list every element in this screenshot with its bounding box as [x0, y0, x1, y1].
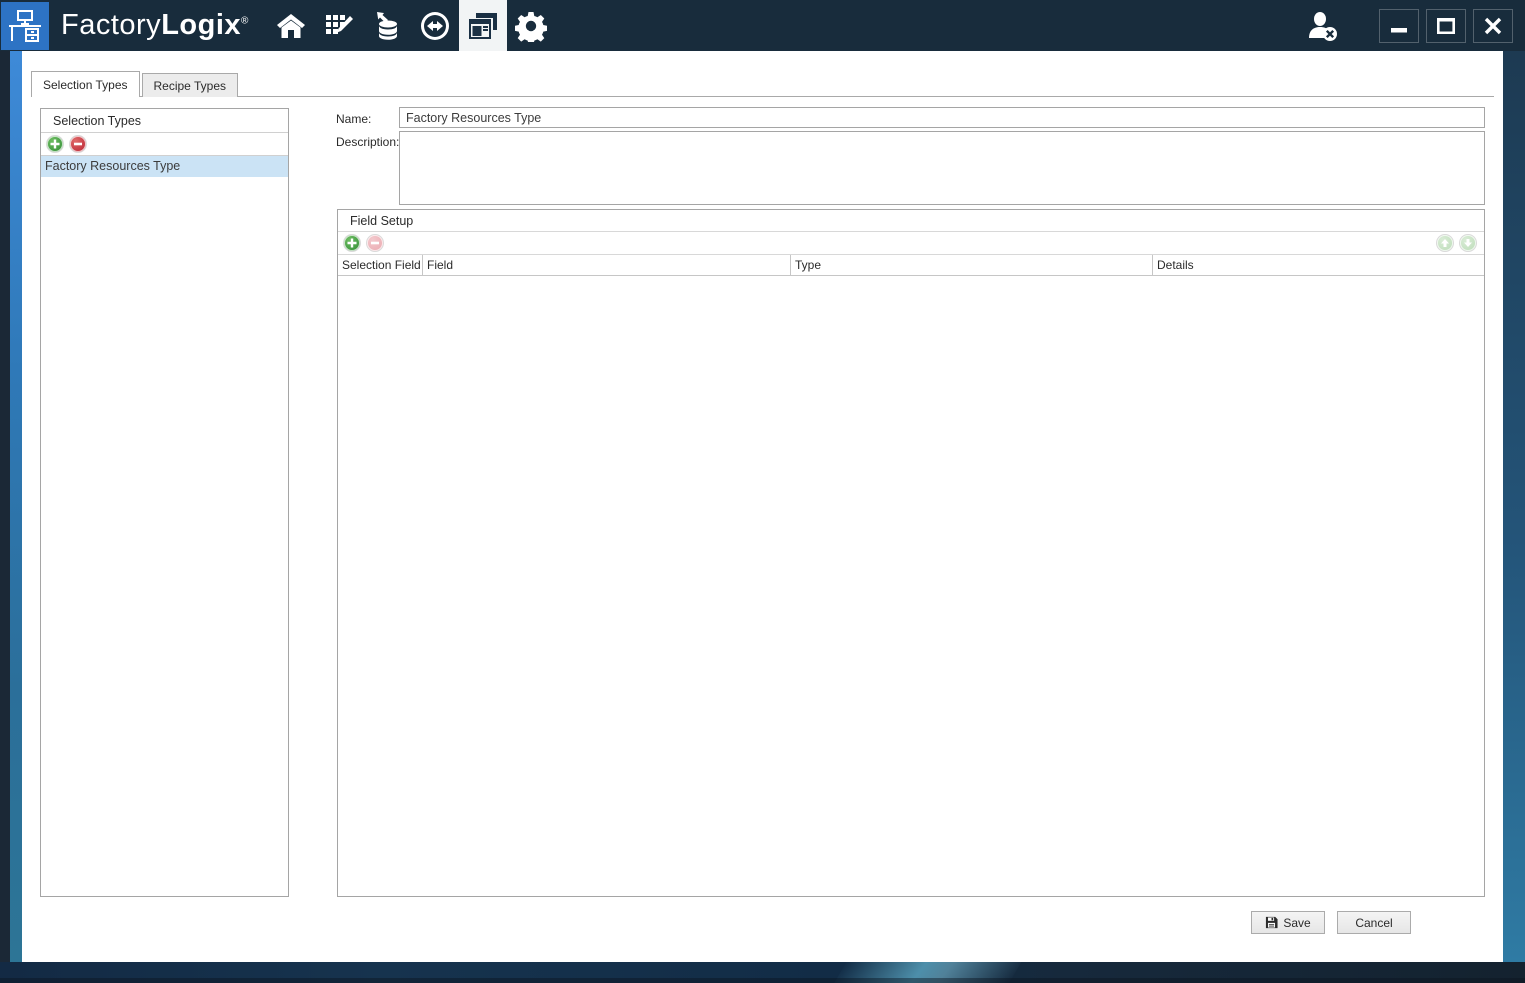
- titlebar-nav: [267, 0, 555, 51]
- cancel-button-label: Cancel: [1355, 915, 1393, 930]
- app-window: FactoryLogix® Selection Types Recipe Typ…: [0, 0, 1525, 983]
- main-content: Selection Types Recipe Types Selection T…: [22, 51, 1503, 962]
- remove-field-button[interactable]: [367, 235, 383, 251]
- field-setup-toolbar: [338, 232, 1484, 255]
- tabstrip: Selection Types Recipe Types: [31, 71, 240, 97]
- user-logout-icon[interactable]: [1297, 0, 1349, 51]
- tab-recipe-types[interactable]: Recipe Types: [141, 73, 238, 97]
- app-logo-icon: [1, 2, 49, 50]
- move-field-up-button[interactable]: [1437, 235, 1453, 251]
- field-grid-header: Selection Field Field Type Details: [338, 255, 1484, 276]
- column-header-details[interactable]: Details: [1153, 255, 1484, 275]
- database-import-icon[interactable]: [363, 0, 411, 51]
- column-header-field[interactable]: Field: [423, 255, 791, 275]
- window-frame-left: [0, 51, 10, 962]
- list-item-factory-resources-type[interactable]: Factory Resources Type: [41, 156, 288, 177]
- remove-selection-type-button[interactable]: [70, 136, 86, 152]
- tabpage-selection-types: Selection Types Factory Resources Type N…: [31, 96, 1494, 948]
- close-button[interactable]: [1473, 8, 1513, 43]
- column-header-type[interactable]: Type: [791, 255, 1153, 275]
- titlebar: FactoryLogix®: [0, 0, 1525, 51]
- selection-types-toolbar: [41, 133, 288, 156]
- maximize-button[interactable]: [1426, 8, 1466, 43]
- titlebar-right: [1297, 0, 1525, 51]
- field-setup-title: Field Setup: [338, 210, 1484, 232]
- add-selection-type-button[interactable]: [47, 136, 63, 152]
- save-disk-icon: [1266, 916, 1278, 929]
- save-button-label: Save: [1283, 915, 1311, 930]
- move-field-down-button[interactable]: [1460, 235, 1476, 251]
- brand-logo: FactoryLogix®: [61, 9, 249, 41]
- column-header-selection-field[interactable]: Selection Field: [338, 255, 423, 275]
- description-input[interactable]: [399, 131, 1485, 205]
- window-frame-right: [1503, 51, 1525, 962]
- settings-gear-icon[interactable]: [507, 0, 555, 51]
- cancel-button[interactable]: Cancel: [1337, 911, 1411, 934]
- transfer-icon[interactable]: [411, 0, 459, 51]
- home-icon[interactable]: [267, 0, 315, 51]
- selection-types-panel: Selection Types Factory Resources Type: [40, 108, 289, 897]
- add-field-button[interactable]: [344, 235, 360, 251]
- forms-icon[interactable]: [458, 0, 507, 51]
- field-grid-body: [338, 278, 1484, 896]
- minimize-button[interactable]: [1379, 8, 1419, 43]
- tab-selection-types[interactable]: Selection Types: [31, 71, 140, 97]
- description-label: Description:: [336, 135, 400, 149]
- selection-types-panel-title: Selection Types: [41, 109, 288, 133]
- type-form: Name: Description: Field Setup: [307, 97, 1485, 948]
- bottom-bar-edge: [0, 978, 1525, 983]
- name-label: Name:: [336, 112, 372, 126]
- grid-edit-icon[interactable]: [315, 0, 363, 51]
- window-frame-bottom: [0, 962, 1525, 983]
- window-frame-left-accent: [10, 51, 22, 962]
- field-setup-group: Field Setup Selection Field Field Type D…: [337, 209, 1485, 897]
- save-button[interactable]: Save: [1251, 911, 1325, 934]
- name-input[interactable]: [399, 107, 1485, 128]
